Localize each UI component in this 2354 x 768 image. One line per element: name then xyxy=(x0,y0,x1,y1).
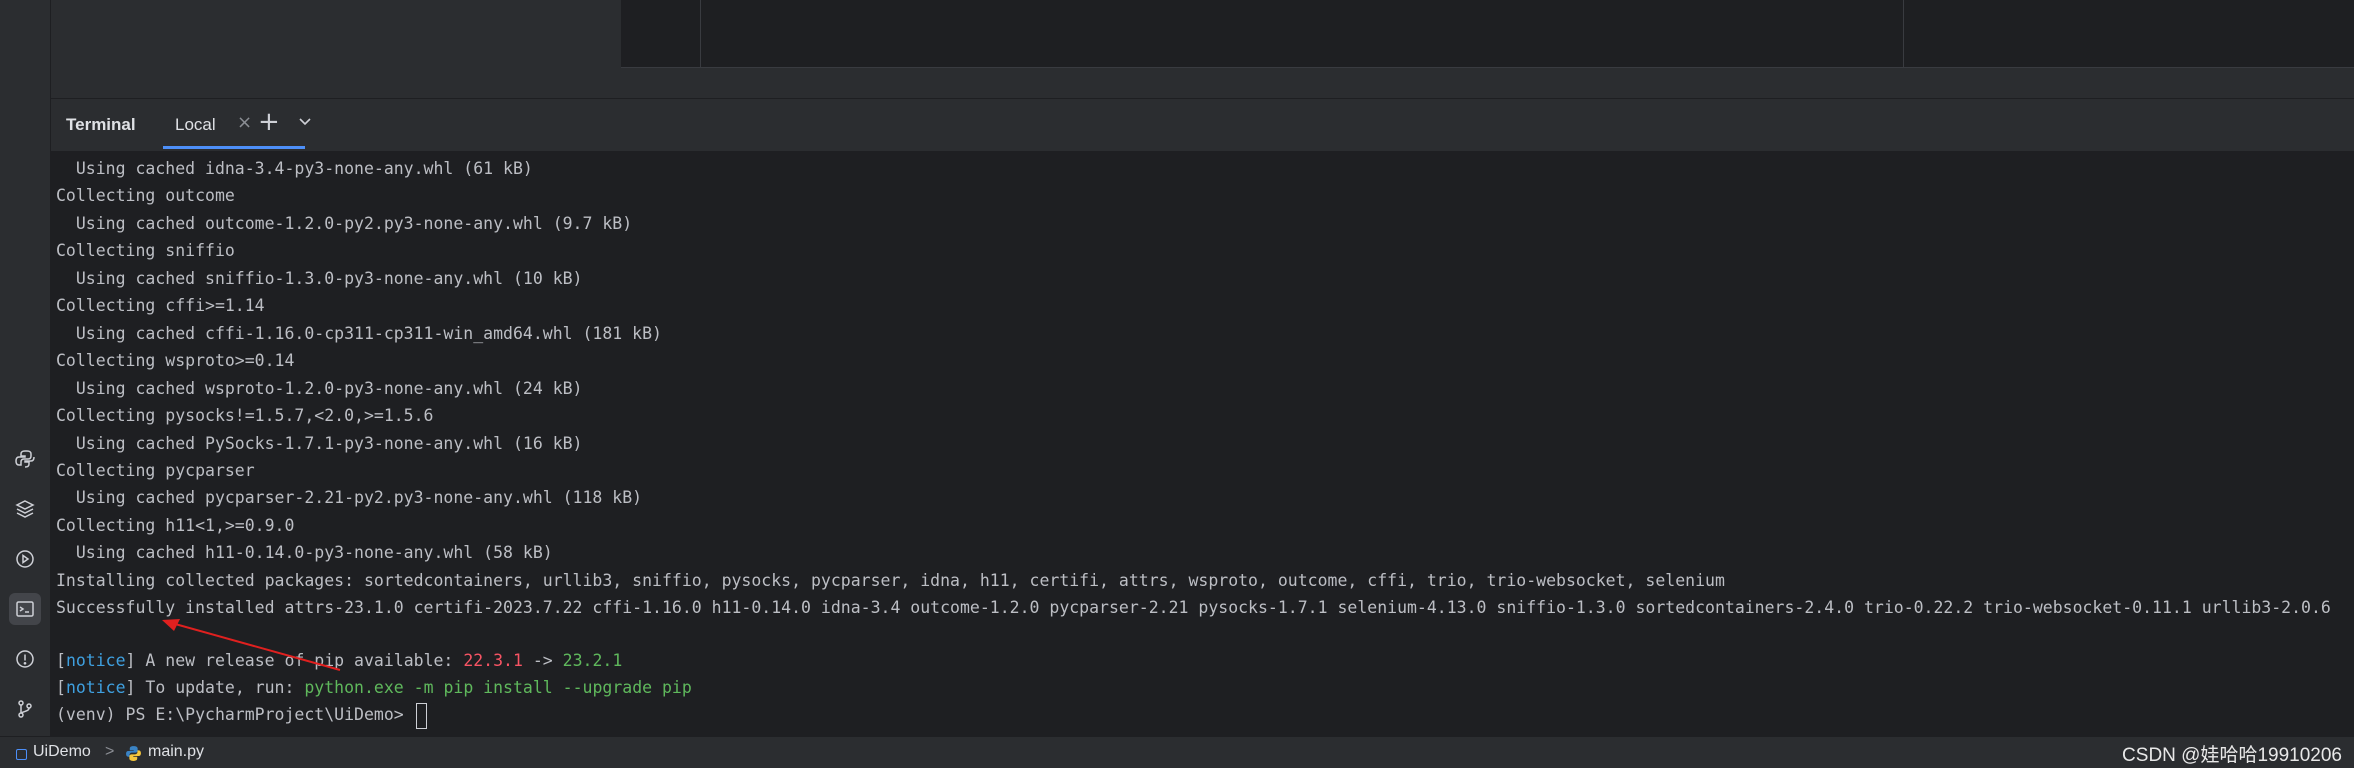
terminal-line: Using cached outcome-1.2.0-py2.py3-none-… xyxy=(56,213,633,233)
terminal-line: Collecting cffi>=1.14 xyxy=(56,296,265,316)
editor-divider xyxy=(1903,0,1904,67)
notice-tag: notice xyxy=(65,678,126,697)
bracket: ] xyxy=(125,678,136,697)
tab-active-indicator xyxy=(163,146,305,149)
new-version: 23.2.1 xyxy=(562,651,623,670)
bracket: [ xyxy=(56,678,66,697)
ide-window: Terminal Local × + Using cached idna-3.4… xyxy=(0,0,2354,768)
notice-tag: notice xyxy=(65,651,126,670)
terminal-line: Collecting pysocks!=1.5.7,<2.0,>=1.5.6 xyxy=(56,406,434,426)
terminal-line: Collecting h11<1,>=0.9.0 xyxy=(56,515,295,535)
terminal-output[interactable]: Using cached idna-3.4-py3-none-any.whl (… xyxy=(51,151,2354,736)
terminal-title[interactable]: Terminal xyxy=(66,115,136,135)
python-file-icon xyxy=(126,746,141,761)
add-icon[interactable]: + xyxy=(258,107,280,137)
notice-line-update: [notice] To update, run: python.exe -m p… xyxy=(56,674,692,701)
breadcrumb-separator: > xyxy=(105,743,115,760)
services-icon[interactable] xyxy=(9,543,41,575)
notice-message: To update, run: xyxy=(135,678,305,697)
terminal-line: Using cached cffi-1.16.0-cp311-cp311-win… xyxy=(56,323,662,343)
tab-local-label: Local xyxy=(175,115,216,134)
terminal-line: Using cached PySocks-1.7.1-py3-none-any.… xyxy=(56,433,583,453)
terminal-line: Using cached wsproto-1.2.0-py3-none-any.… xyxy=(56,378,583,398)
terminal-toolbar: Terminal Local × + xyxy=(51,98,2354,152)
breadcrumb-file[interactable]: main.py xyxy=(148,743,204,761)
terminal-line: Collecting sniffio xyxy=(56,241,235,261)
text-cursor xyxy=(415,702,427,729)
annotation-arrow-icon xyxy=(162,619,341,671)
old-version: 22.3.1 xyxy=(463,651,523,670)
upgrade-command: python.exe -m pip install --upgrade pip xyxy=(304,678,692,697)
bracket: [ xyxy=(56,651,66,670)
terminal-line: Collecting wsproto>=0.14 xyxy=(56,351,295,371)
close-icon[interactable]: × xyxy=(237,112,252,133)
breadcrumb-project[interactable]: UiDemo xyxy=(33,743,91,761)
terminal-line: Installing collected packages: sortedcon… xyxy=(56,570,1725,590)
terminal-line: Using cached pycparser-2.21-py2.py3-none… xyxy=(56,488,643,508)
terminal-line: Successfully installed attrs-23.1.0 cert… xyxy=(56,598,2331,618)
editor-divider xyxy=(700,0,701,67)
problems-icon[interactable] xyxy=(9,643,41,675)
terminal-line: Using cached sniffio-1.3.0-py3-none-any.… xyxy=(56,268,583,288)
prompt-line[interactable]: (venv) PS E:\PycharmProject\UiDemo> xyxy=(56,701,427,729)
editor-footer-band xyxy=(621,68,2354,98)
terminal-line: Using cached idna-3.4-py3-none-any.whl (… xyxy=(56,159,533,178)
tab-local[interactable]: Local × xyxy=(163,99,305,149)
shell-prompt: (venv) PS E:\PycharmProject\UiDemo> xyxy=(56,705,414,724)
python-console-icon[interactable] xyxy=(9,443,41,475)
project-icon xyxy=(16,749,27,760)
status-bar: UiDemo > main.py CSDN @娃哈哈19910206 xyxy=(0,736,2354,768)
bracket: ] xyxy=(125,651,136,670)
git-icon[interactable] xyxy=(9,693,41,725)
terminal-line: Collecting pycparser xyxy=(56,460,255,480)
version-arrow: -> xyxy=(522,651,563,670)
chevron-down-icon[interactable] xyxy=(297,113,313,129)
watermark: CSDN @娃哈哈19910206 xyxy=(2122,745,2342,766)
terminal-line: Using cached h11-0.14.0-py3-none-any.whl… xyxy=(56,543,553,563)
terminal-icon[interactable] xyxy=(9,593,41,625)
tool-window-strip xyxy=(0,0,51,736)
layers-icon[interactable] xyxy=(9,493,41,525)
project-panel xyxy=(51,0,621,98)
terminal-line: Collecting outcome xyxy=(56,186,235,206)
